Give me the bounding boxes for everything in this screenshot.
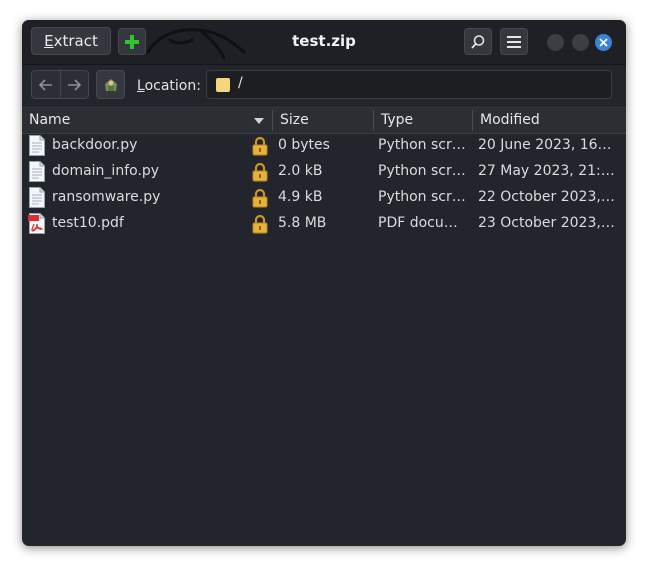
location-field[interactable]: / bbox=[206, 70, 612, 99]
arrow-right-icon bbox=[68, 78, 82, 91]
location-label-mnemonic: L bbox=[137, 78, 145, 94]
close-icon bbox=[599, 38, 608, 47]
lock-icon bbox=[252, 162, 268, 182]
maximize-button[interactable] bbox=[572, 34, 589, 51]
file-size: 2.0 kB bbox=[278, 163, 323, 179]
file-row[interactable]: domain_info.py 2.0 kB Python script 27 M… bbox=[22, 159, 626, 185]
file-row[interactable]: test10.pdf 5.8 MB PDF docum… 23 October … bbox=[22, 211, 626, 237]
text-file-icon bbox=[29, 135, 45, 156]
file-row[interactable]: ransomware.py 4.9 kB Python script 22 Oc… bbox=[22, 185, 626, 211]
file-modified: 22 October 2023, 2… bbox=[478, 189, 616, 205]
folder-icon bbox=[216, 78, 230, 92]
search-button[interactable] bbox=[464, 28, 492, 55]
close-button[interactable] bbox=[595, 34, 612, 51]
file-type: PDF docum… bbox=[378, 215, 468, 231]
text-file-icon bbox=[29, 187, 45, 208]
location-label-text: ocation: bbox=[144, 78, 201, 94]
file-type: Python script bbox=[378, 137, 468, 153]
file-size: 5.8 MB bbox=[278, 215, 327, 231]
lock-icon bbox=[252, 188, 268, 208]
main-menu-button[interactable] bbox=[500, 28, 528, 55]
hamburger-menu-icon bbox=[507, 35, 521, 48]
file-name: ransomware.py bbox=[52, 189, 161, 205]
column-header-name[interactable]: Name bbox=[22, 108, 272, 133]
text-file-icon bbox=[29, 161, 45, 182]
location-path: / bbox=[238, 75, 243, 91]
home-folder-button[interactable] bbox=[96, 70, 125, 99]
lock-icon bbox=[252, 136, 268, 156]
column-header-type[interactable]: Type bbox=[374, 108, 472, 133]
file-modified: 20 June 2023, 16:12 bbox=[478, 137, 616, 153]
pdf-file-icon bbox=[28, 213, 45, 234]
column-header-size[interactable]: Size bbox=[273, 108, 373, 133]
search-icon bbox=[471, 34, 485, 49]
minimize-button[interactable] bbox=[547, 34, 564, 51]
window-title: test.zip bbox=[292, 32, 356, 50]
file-modified: 27 May 2023, 21:26 bbox=[478, 163, 616, 179]
title-bar[interactable]: Extract test.zip bbox=[22, 20, 626, 65]
location-toolbar: Location: / bbox=[22, 65, 626, 107]
file-type: Python script bbox=[378, 163, 468, 179]
back-button[interactable] bbox=[32, 71, 60, 98]
column-header-row: Name Size Type Modified bbox=[22, 107, 626, 134]
home-folder-icon bbox=[104, 78, 117, 91]
arrow-left-icon bbox=[38, 78, 52, 91]
column-header-modified[interactable]: Modified bbox=[473, 108, 623, 133]
forward-button[interactable] bbox=[59, 71, 89, 98]
file-name: domain_info.py bbox=[52, 163, 160, 179]
file-type: Python script bbox=[378, 189, 468, 205]
file-modified: 23 October 2023, 1… bbox=[478, 215, 616, 231]
file-name: backdoor.py bbox=[52, 137, 138, 153]
lock-icon bbox=[252, 214, 268, 234]
file-size: 0 bytes bbox=[278, 137, 330, 153]
sort-descending-icon bbox=[254, 118, 264, 124]
location-label: Location: bbox=[137, 78, 201, 94]
file-row[interactable]: backdoor.py 0 bytes Python script 20 Jun… bbox=[22, 133, 626, 159]
navigation-buttons bbox=[31, 70, 89, 99]
file-size: 4.9 kB bbox=[278, 189, 323, 205]
file-name: test10.pdf bbox=[52, 215, 124, 231]
archive-manager-window: Extract test.zip Location: / Name Size T… bbox=[22, 20, 626, 546]
